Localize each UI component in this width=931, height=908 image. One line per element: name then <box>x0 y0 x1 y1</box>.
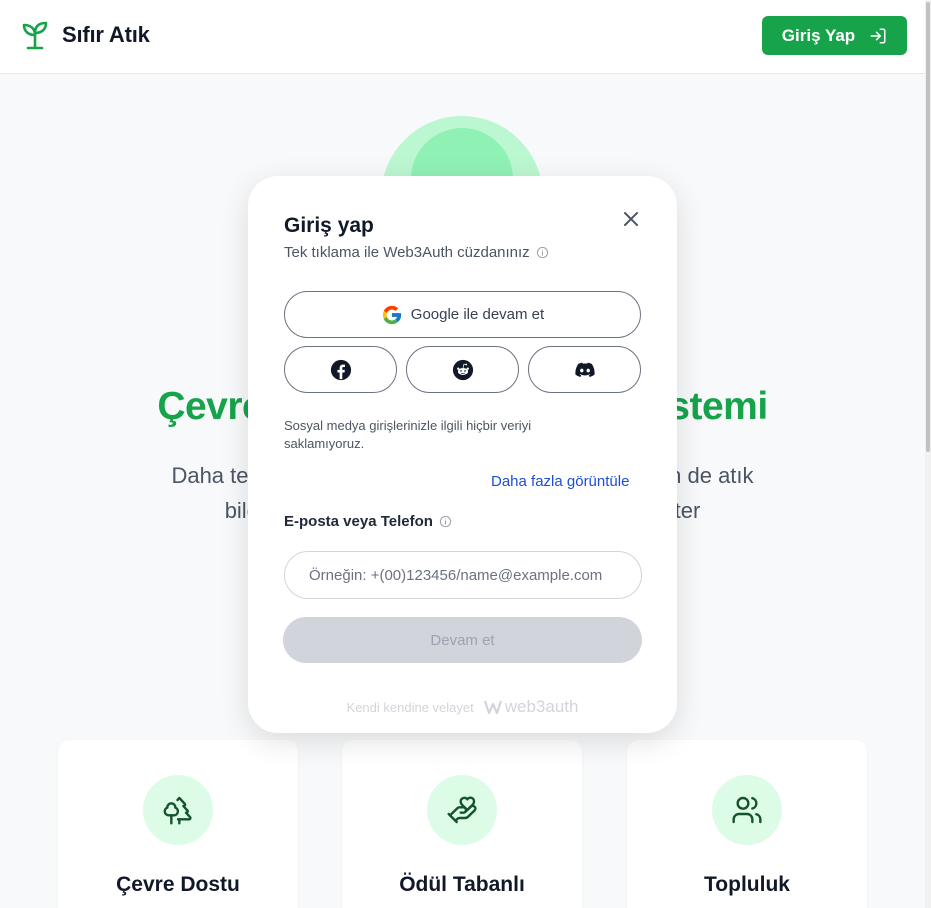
brand-logo[interactable]: Sıfır Atık <box>22 20 150 50</box>
feature-card-reward: Ödül Tabanlı <box>342 740 582 908</box>
login-button[interactable]: Giriş Yap <box>762 16 907 55</box>
users-icon <box>732 796 762 824</box>
feature-card-eco: Çevre Dostu <box>58 740 298 908</box>
google-login-button[interactable]: Google ile devam et <box>284 291 641 338</box>
facebook-icon <box>330 359 351 380</box>
brand-name: Sıfır Atık <box>62 22 150 47</box>
feature-card-community: Topluluk <box>627 740 867 908</box>
email-phone-label: E-posta veya Telefon <box>284 513 452 530</box>
privacy-note: Sosyal medya girişlerinizle ilgili hiçbi… <box>284 418 532 451</box>
email-phone-input[interactable] <box>284 551 642 599</box>
card-icon-wrap <box>143 775 213 845</box>
trees-icon <box>163 796 192 825</box>
close-icon[interactable] <box>620 208 642 230</box>
login-icon <box>870 28 886 43</box>
login-button-label: Giriş Yap <box>781 25 856 45</box>
facebook-login-button[interactable] <box>284 346 397 393</box>
discord-icon <box>574 362 595 377</box>
modal-subtitle-text: Tek tıklama ile Web3Auth cüzdanınız <box>284 244 530 261</box>
card-title: Ödül Tabanlı <box>399 873 525 896</box>
modal-footer: Kendi kendine velayet web3auth <box>248 697 677 717</box>
discord-login-button[interactable] <box>528 346 641 393</box>
info-icon[interactable] <box>536 246 549 259</box>
info-icon[interactable] <box>439 515 452 528</box>
web3auth-brand-text: web3auth <box>504 697 579 716</box>
web3auth-brand[interactable]: web3auth <box>483 697 579 717</box>
modal-title: Giriş yap <box>284 214 374 237</box>
footer-text: Kendi kendine velayet <box>346 699 474 715</box>
scrollbar-thumb[interactable] <box>926 2 930 452</box>
google-login-label: Google ile devam et <box>410 306 545 323</box>
card-icon-wrap <box>712 775 782 845</box>
card-title: Çevre Dostu <box>116 873 240 896</box>
web3auth-logo-icon <box>483 700 502 715</box>
reddit-icon <box>452 359 473 380</box>
login-modal: Giriş yap Tek tıklama ile Web3Auth cüzda… <box>248 176 677 733</box>
sprout-icon <box>22 21 48 50</box>
reddit-login-button[interactable] <box>406 346 519 393</box>
top-navbar: Sıfır Atık Giriş Yap <box>0 0 925 74</box>
email-phone-label-text: E-posta veya Telefon <box>284 513 433 530</box>
hand-reward-icon <box>447 796 477 824</box>
google-icon <box>382 305 401 324</box>
show-more-link[interactable]: Daha fazla görüntüle <box>491 473 629 490</box>
card-icon-wrap <box>427 775 497 845</box>
card-title: Topluluk <box>704 873 790 896</box>
modal-subtitle: Tek tıklama ile Web3Auth cüzdanınız <box>284 244 549 261</box>
continue-button[interactable]: Devam et <box>283 617 642 663</box>
